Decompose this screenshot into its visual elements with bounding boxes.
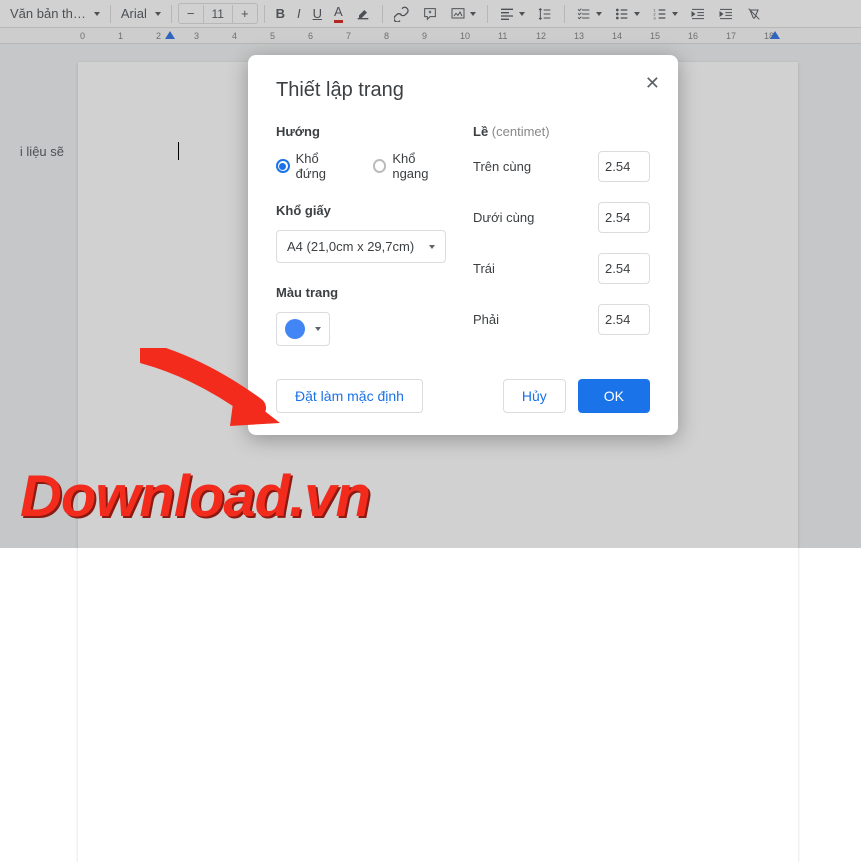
color-swatch — [285, 319, 305, 339]
landscape-radio[interactable]: Khổ ngang — [373, 151, 453, 181]
margin-right-input[interactable] — [598, 304, 650, 335]
right-column: Lề (centimet) Trên cùng Dưới cùng Trái P… — [473, 124, 650, 355]
ok-button[interactable]: OK — [578, 379, 650, 413]
page-color-picker[interactable] — [276, 312, 330, 346]
cancel-button[interactable]: Hủy — [503, 379, 566, 413]
portrait-radio[interactable]: Khổ đứng — [276, 151, 351, 181]
dialog-title: Thiết lập trang — [276, 79, 650, 102]
left-column: Hướng Khổ đứng Khổ ngang Khổ giấy A4 (21… — [276, 124, 453, 355]
page-setup-dialog: Thiết lập trang ✕ Hướng Khổ đứng Khổ nga… — [248, 55, 678, 435]
orientation-label: Hướng — [276, 124, 453, 139]
margins-text: Lề — [473, 124, 488, 139]
margin-right-label: Phải — [473, 312, 499, 327]
annotation-arrow — [140, 348, 295, 443]
close-button[interactable]: ✕ — [645, 73, 660, 94]
radio-unchecked-icon — [373, 159, 387, 173]
set-default-button[interactable]: Đặt làm mặc định — [276, 379, 423, 413]
page-color-label: Màu trang — [276, 285, 453, 300]
margin-left-label: Trái — [473, 261, 495, 276]
margin-top-input[interactable] — [598, 151, 650, 182]
portrait-label: Khổ đứng — [296, 151, 351, 181]
chevron-down-icon — [315, 327, 321, 331]
margins-unit: (centimet) — [492, 124, 550, 139]
paper-size-value: A4 (21,0cm x 29,7cm) — [287, 239, 414, 254]
margin-left-input[interactable] — [598, 253, 650, 284]
margin-top-label: Trên cùng — [473, 159, 531, 174]
paper-size-label: Khổ giấy — [276, 203, 453, 218]
paper-size-select[interactable]: A4 (21,0cm x 29,7cm) — [276, 230, 446, 263]
watermark-logo: Download.vn — [20, 463, 370, 530]
margins-label: Lề (centimet) — [473, 124, 650, 139]
radio-checked-icon — [276, 159, 290, 173]
margin-bottom-label: Dưới cùng — [473, 210, 534, 225]
landscape-label: Khổ ngang — [392, 151, 453, 181]
margin-bottom-input[interactable] — [598, 202, 650, 233]
chevron-down-icon — [429, 245, 435, 249]
